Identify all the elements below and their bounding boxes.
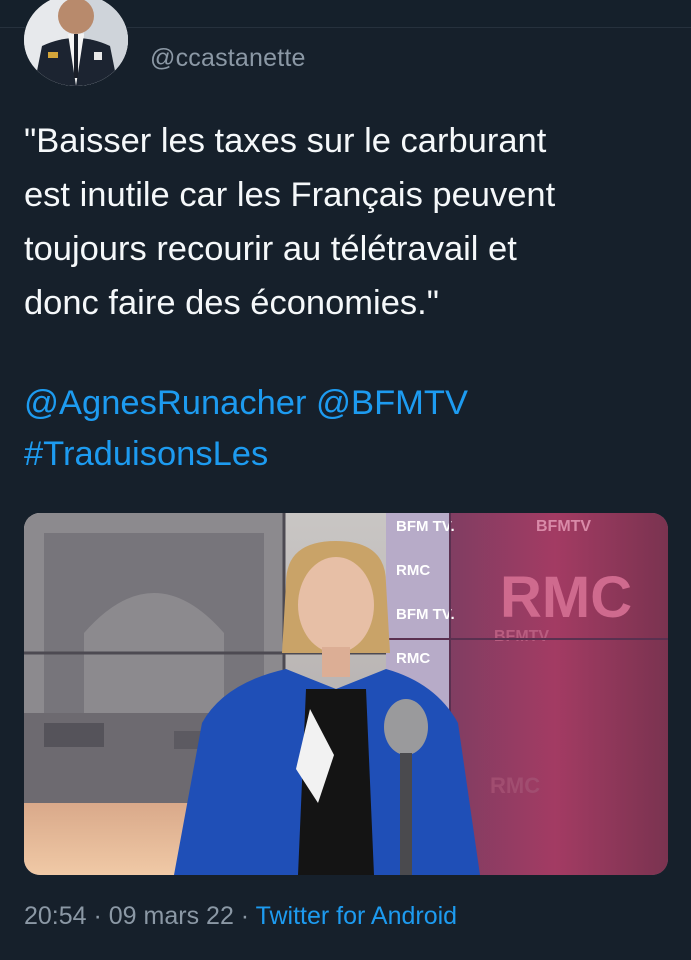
screen-label-rmc-3: RMC <box>500 565 632 630</box>
meta-separator: · <box>233 902 256 930</box>
tweet-mentions: @AgnesRunacher @BFMTV #TraduisonsLes <box>24 378 674 480</box>
tweet-meta: 20:54 · 09 mars 22 · Twitter for Android <box>24 902 457 931</box>
tweet-handle[interactable]: @ccastanette <box>150 44 306 73</box>
screen-label-bfmtv-3: BFMTV <box>536 518 591 535</box>
mention-bfmtv[interactable]: @BFMTV <box>316 384 468 422</box>
hashtag-traduisonsles[interactable]: #TraduisonsLes <box>24 435 268 473</box>
tweet-text: "Baisser les taxes sur le carburant est … <box>24 122 556 322</box>
tweet-media-photo[interactable]: BFM TV. RMC BFM TV. RMC BFMTV RMC BFMTV … <box>24 513 668 875</box>
screen-label-rmc-2: RMC <box>396 650 430 667</box>
screen-label-rmc-4: RMC <box>490 773 540 798</box>
avatar[interactable] <box>24 0 128 86</box>
tv-studio-image: BFM TV. RMC BFM TV. RMC BFMTV RMC BFMTV … <box>24 513 668 875</box>
screen-label-bfm-1: BFM TV. <box>396 518 455 535</box>
meta-separator: · <box>86 902 109 930</box>
tweet-date: 09 mars 22 <box>108 902 234 930</box>
screen-label-rmc-1: RMC <box>396 562 430 579</box>
screen-label-bfm-2: BFM TV. <box>396 606 455 623</box>
mention-agnes-runacher[interactable]: @AgnesRunacher <box>24 384 306 422</box>
avatar-photo <box>24 0 128 86</box>
screen-label-bfmtv-4: BFMTV <box>494 628 549 645</box>
tweet-time: 20:54 <box>24 902 87 930</box>
tweet-source-link[interactable]: Twitter for Android <box>256 902 457 930</box>
